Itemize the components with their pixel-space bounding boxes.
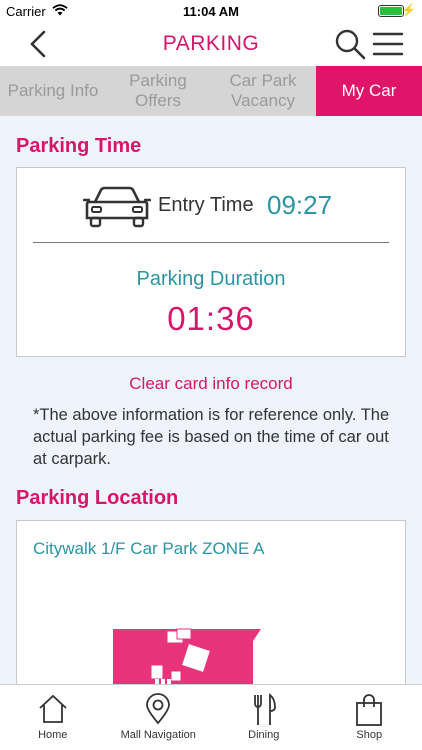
location-pin-icon bbox=[146, 693, 171, 725]
parking-time-card: Entry Time 09:27 Parking Duration 01:36 bbox=[16, 167, 406, 357]
nav-shop[interactable]: Shop bbox=[317, 685, 422, 750]
clear-card-info-link[interactable]: Clear card info record bbox=[0, 374, 422, 394]
home-icon bbox=[39, 694, 67, 723]
nav-mall-navigation[interactable]: Mall Navigation bbox=[106, 685, 212, 750]
tab-bar: Parking Info Parking Offers Car Park Vac… bbox=[0, 66, 422, 116]
menu-icon[interactable] bbox=[372, 30, 404, 58]
nav-mall-navigation-label: Mall Navigation bbox=[120, 729, 196, 741]
tab-parking-offers[interactable]: Parking Offers bbox=[106, 66, 210, 116]
reference-note: *The above information is for reference … bbox=[33, 406, 390, 468]
shopping-bag-icon bbox=[356, 694, 383, 726]
parking-time-title: Parking Time bbox=[16, 135, 142, 157]
main-content[interactable]: Parking Time Entry Time 09:27 Parking Du… bbox=[0, 116, 422, 684]
entry-time-value: 09:27 bbox=[267, 190, 333, 220]
entry-row: Entry Time 09:27 bbox=[17, 182, 405, 228]
parking-location-card: Citywalk 1/F Car Park ZONE A bbox=[16, 520, 406, 684]
nav-dining[interactable]: Dining bbox=[211, 685, 317, 750]
tab-my-car[interactable]: My Car bbox=[316, 66, 422, 116]
parking-location-name: Citywalk 1/F Car Park ZONE A bbox=[33, 539, 265, 558]
parking-location-title: Parking Location bbox=[16, 487, 179, 509]
bottom-navigation: Home Mall Navigation Dining Shop bbox=[0, 684, 422, 750]
entry-time-label: Entry Time bbox=[158, 194, 254, 216]
nav-shop-label: Shop bbox=[356, 729, 383, 741]
search-icon[interactable] bbox=[334, 28, 366, 60]
divider bbox=[33, 242, 389, 243]
app-header: PARKING bbox=[0, 22, 422, 66]
tab-parking-info[interactable]: Parking Info bbox=[0, 66, 106, 116]
fork-knife-icon bbox=[253, 693, 276, 725]
charging-icon: ⚡ bbox=[401, 3, 416, 17]
status-time: 11:04 AM bbox=[183, 4, 239, 19]
nav-dining-label: Dining bbox=[248, 729, 280, 741]
tab-car-park-vacancy[interactable]: Car Park Vacancy bbox=[210, 66, 316, 116]
parking-duration-label: Parking Duration bbox=[136, 268, 286, 290]
nav-home[interactable]: Home bbox=[0, 685, 106, 750]
nav-home-label: Home bbox=[38, 729, 68, 741]
status-bar: Carrier 11:04 AM ⚡ bbox=[0, 0, 422, 22]
car-icon bbox=[83, 186, 151, 228]
parking-duration-value: 01:36 bbox=[167, 300, 255, 337]
car-park-map[interactable] bbox=[113, 627, 263, 684]
